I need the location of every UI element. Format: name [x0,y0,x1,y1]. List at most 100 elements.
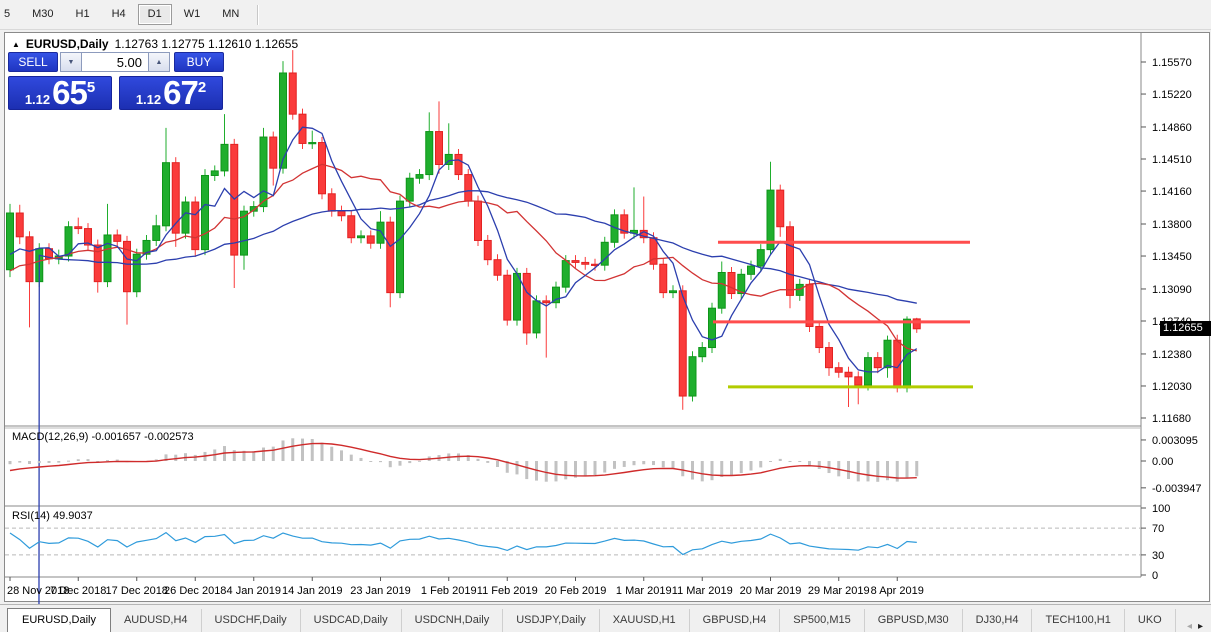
macd-histogram-bar [661,461,665,468]
macd-histogram-bar [174,454,178,461]
macd-histogram-bar [730,461,733,476]
macd-axis-label: 0.003095 [1152,435,1198,447]
macd-histogram-bar [379,461,382,463]
candle-body [776,189,785,228]
candle-body [103,234,112,283]
candle-body [747,265,755,275]
candle-body [347,215,356,239]
candle-body [717,271,726,309]
chart-tab-sp500-m15[interactable]: SP500,M15 [780,609,865,632]
chart-tab-usdjpy-daily[interactable]: USDJPY,Daily [503,609,600,632]
macd-histogram-bar [496,461,499,467]
macd-histogram-bar [408,461,412,464]
macd-histogram-bar [47,461,51,463]
candle-body [386,221,395,294]
chart-tab-dj30-h4[interactable]: DJ30,H4 [963,609,1033,632]
candle-body [659,263,668,294]
chart-tab-tech100-h1[interactable]: TECH100,H1 [1032,609,1125,632]
candle-body [152,225,161,241]
candle-body [542,300,551,304]
spinner-down-icon: ▼ [67,58,75,66]
date-axis-label: 4 Jan 2019 [227,585,281,597]
trade-panel-prices: 1.12 65 5 1.12 67 2 [8,73,230,111]
candle-body [708,307,716,349]
chart-tab-eurusd-daily[interactable]: EURUSD,Daily [7,608,111,632]
volume-input[interactable] [82,52,148,72]
macd-histogram-bar [856,461,860,482]
candle-body [854,376,863,386]
chart-tab-gbpusd-m30[interactable]: GBPUSD,M30 [865,609,963,632]
candle-body [201,174,209,251]
price-axis-label: 1.15220 [1152,89,1192,101]
macd-histogram-bar [817,461,821,469]
macd-histogram-bar [515,461,519,475]
candle-body [425,131,434,176]
candle-body [698,347,707,358]
macd-histogram-bar [359,457,363,461]
date-axis-label: 26 Dec 2018 [164,585,226,597]
chart-tab-usdcnh-daily[interactable]: USDCNH,Daily [402,609,504,632]
candle-body [454,153,463,176]
macd-histogram-bar [476,458,480,461]
collapse-chart-icon[interactable]: ▲ [12,40,20,49]
chart-tab-usdchf-daily[interactable]: USDCHF,Daily [202,609,301,632]
candle-body [561,260,570,288]
sell-price-button[interactable]: 1.12 65 5 [8,75,112,110]
chart-title: ▲ EURUSD,Daily 1.12763 1.12775 1.12610 1… [12,37,298,51]
macd-histogram-bar [759,461,763,468]
macd-histogram-bar [281,440,285,461]
macd-histogram-bar [18,461,22,463]
macd-histogram-bar [486,461,490,463]
macd-histogram-bar [271,446,275,461]
macd-histogram-bar [349,454,353,461]
macd-histogram-bar [388,461,392,468]
price-axis-label: 1.15570 [1152,57,1192,69]
rsi-axis-label: 70 [1152,523,1164,535]
date-axis-label: 17 Dec 2018 [106,585,168,597]
macd-histogram-bar [554,461,558,482]
candle-body [318,142,326,195]
buy-price-pips: 67 [163,73,199,111]
macd-histogram-bar [788,460,792,462]
chart-tab-usdcad-daily[interactable]: USDCAD,Daily [301,609,402,632]
chart-tab-audusd-h4[interactable]: AUDUSD,H4 [111,609,202,632]
sell-price-pipette: 5 [86,79,96,96]
macd-histogram-bar [301,438,304,461]
candle-body [181,201,190,234]
candle-body [74,226,83,230]
chart-tab-uko[interactable]: UKO [1125,609,1176,632]
candle-body [581,261,590,265]
buy-price-button[interactable]: 1.12 67 2 [119,73,223,111]
buy-price-big-figure: 1.12 [135,92,162,108]
buy-button[interactable]: BUY [174,52,224,72]
chart-tab-gbpusd-h4[interactable]: GBPUSD,H4 [690,609,781,632]
volume-decrease-button[interactable]: ▼ [60,52,82,72]
volume-increase-button[interactable]: ▲ [148,52,170,72]
candle-body [522,272,531,334]
rsi-axis-label: 30 [1152,550,1164,562]
candle-body [298,113,307,144]
candle-body [15,212,24,238]
candle-body [6,212,14,271]
macd-histogram-bar [262,447,265,461]
date-axis-label: 1 Feb 2019 [421,585,477,597]
candle-body [834,367,843,373]
macd-histogram-bar [700,461,704,482]
macd-histogram-bar [28,461,31,464]
macd-histogram-bar [320,442,324,461]
candle-body [786,226,794,296]
candle-body [756,249,765,267]
candle-body [220,143,229,172]
price-axis-label: 1.13800 [1152,219,1192,231]
price-axis-label: 1.13090 [1152,284,1192,296]
candle-body [376,221,385,244]
candle-body [474,200,482,241]
macd-histogram-bar [86,459,90,461]
candle-body [493,259,502,276]
chart-tab-xauusd-h1[interactable]: XAUUSD,H1 [600,609,690,632]
candle-body [873,357,882,369]
trade-panel: SELL ▼ ▲ BUY 1.12 65 5 1.12 67 2 [8,52,230,110]
sell-button[interactable]: SELL [8,52,58,72]
candle-body [357,235,365,239]
candle-body [532,300,541,334]
